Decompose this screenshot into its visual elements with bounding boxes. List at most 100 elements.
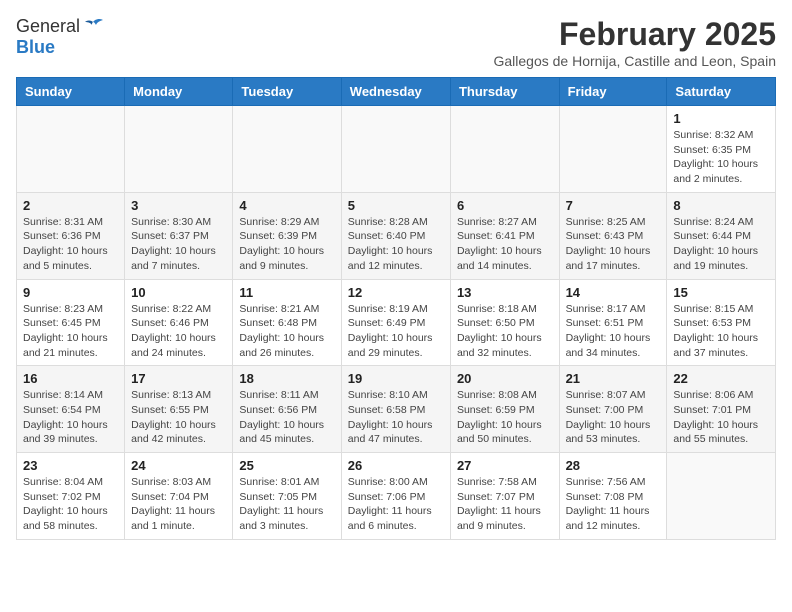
calendar-cell: 16 Sunrise: 8:14 AM Sunset: 6:54 PM Dayli…	[17, 366, 125, 453]
weekday-header-friday: Friday	[559, 78, 667, 106]
calendar-table: SundayMondayTuesdayWednesdayThursdayFrid…	[16, 77, 776, 540]
calendar-header-row: SundayMondayTuesdayWednesdayThursdayFrid…	[17, 78, 776, 106]
month-year-title: February 2025	[493, 16, 776, 53]
location-subtitle: Gallegos de Hornija, Castille and Leon, …	[493, 53, 776, 69]
day-number: 3	[131, 198, 226, 213]
calendar-week-row: 9Sunrise: 8:23 AM Sunset: 6:45 PM Daylig…	[17, 279, 776, 366]
day-info: Sunrise: 8:04 AM Sunset: 7:02 PM Dayligh…	[23, 475, 118, 534]
calendar-cell: 21 Sunrise: 8:07 AM Sunset: 7:00 PM Dayli…	[559, 366, 667, 453]
day-info: Sunrise: 7:56 AM Sunset: 7:08 PM Dayligh…	[566, 475, 661, 534]
calendar-cell: 14Sunrise: 8:17 AM Sunset: 6:51 PM Dayli…	[559, 279, 667, 366]
day-number: 16	[23, 371, 118, 386]
logo: General Blue	[16, 16, 104, 58]
day-info: Sunrise: 8:11 AM Sunset: 6:56 PM Dayligh…	[239, 388, 334, 447]
calendar-cell: 22 Sunrise: 8:06 AM Sunset: 7:01 PM Dayli…	[667, 366, 776, 453]
day-number: 24	[131, 458, 226, 473]
day-info: Sunrise: 8:27 AM Sunset: 6:41 PM Dayligh…	[457, 215, 553, 274]
calendar-cell: 18 Sunrise: 8:11 AM Sunset: 6:56 PM Dayli…	[233, 366, 341, 453]
calendar-cell: 7Sunrise: 8:25 AM Sunset: 6:43 PM Daylig…	[559, 192, 667, 279]
calendar-cell	[233, 106, 341, 193]
calendar-cell: 27 Sunrise: 7:58 AM Sunset: 7:07 PM Dayli…	[450, 453, 559, 540]
calendar-cell: 23 Sunrise: 8:04 AM Sunset: 7:02 PM Dayli…	[17, 453, 125, 540]
day-info: Sunrise: 8:17 AM Sunset: 6:51 PM Dayligh…	[566, 302, 661, 361]
day-number: 15	[673, 285, 769, 300]
calendar-cell	[17, 106, 125, 193]
calendar-cell	[559, 106, 667, 193]
calendar-cell: 4 Sunrise: 8:29 AM Sunset: 6:39 PM Daylig…	[233, 192, 341, 279]
calendar-cell: 24Sunrise: 8:03 AM Sunset: 7:04 PM Dayli…	[125, 453, 233, 540]
day-info: Sunrise: 8:07 AM Sunset: 7:00 PM Dayligh…	[566, 388, 661, 447]
day-number: 6	[457, 198, 553, 213]
weekday-header-wednesday: Wednesday	[341, 78, 450, 106]
weekday-header-saturday: Saturday	[667, 78, 776, 106]
day-info: Sunrise: 8:25 AM Sunset: 6:43 PM Dayligh…	[566, 215, 661, 274]
calendar-cell: 12 Sunrise: 8:19 AM Sunset: 6:49 PM Dayli…	[341, 279, 450, 366]
day-info: Sunrise: 8:19 AM Sunset: 6:49 PM Dayligh…	[348, 302, 444, 361]
day-info: Sunrise: 8:00 AM Sunset: 7:06 PM Dayligh…	[348, 475, 444, 534]
day-info: Sunrise: 7:58 AM Sunset: 7:07 PM Dayligh…	[457, 475, 553, 534]
logo-blue-text: Blue	[16, 37, 55, 57]
day-number: 10	[131, 285, 226, 300]
calendar-cell: 11 Sunrise: 8:21 AM Sunset: 6:48 PM Dayli…	[233, 279, 341, 366]
calendar-cell: 28 Sunrise: 7:56 AM Sunset: 7:08 PM Dayli…	[559, 453, 667, 540]
calendar-cell	[341, 106, 450, 193]
day-number: 13	[457, 285, 553, 300]
page-header: General Blue February 2025 Gallegos de H…	[16, 16, 776, 69]
calendar-cell: 6 Sunrise: 8:27 AM Sunset: 6:41 PM Daylig…	[450, 192, 559, 279]
calendar-cell	[450, 106, 559, 193]
weekday-header-tuesday: Tuesday	[233, 78, 341, 106]
day-info: Sunrise: 8:23 AM Sunset: 6:45 PM Dayligh…	[23, 302, 118, 361]
calendar-cell: 15 Sunrise: 8:15 AM Sunset: 6:53 PM Dayli…	[667, 279, 776, 366]
weekday-header-monday: Monday	[125, 78, 233, 106]
logo-general-text: General	[16, 16, 80, 37]
calendar-cell: 3Sunrise: 8:30 AM Sunset: 6:37 PM Daylig…	[125, 192, 233, 279]
day-info: Sunrise: 8:10 AM Sunset: 6:58 PM Dayligh…	[348, 388, 444, 447]
day-info: Sunrise: 8:28 AM Sunset: 6:40 PM Dayligh…	[348, 215, 444, 274]
day-number: 1	[673, 111, 769, 126]
day-number: 4	[239, 198, 334, 213]
day-info: Sunrise: 8:21 AM Sunset: 6:48 PM Dayligh…	[239, 302, 334, 361]
calendar-cell: 17Sunrise: 8:13 AM Sunset: 6:55 PM Dayli…	[125, 366, 233, 453]
day-number: 26	[348, 458, 444, 473]
day-info: Sunrise: 8:18 AM Sunset: 6:50 PM Dayligh…	[457, 302, 553, 361]
day-info: Sunrise: 8:24 AM Sunset: 6:44 PM Dayligh…	[673, 215, 769, 274]
calendar-week-row: 2Sunrise: 8:31 AM Sunset: 6:36 PM Daylig…	[17, 192, 776, 279]
day-number: 21	[566, 371, 661, 386]
day-number: 28	[566, 458, 661, 473]
day-info: Sunrise: 8:29 AM Sunset: 6:39 PM Dayligh…	[239, 215, 334, 274]
calendar-week-row: 16 Sunrise: 8:14 AM Sunset: 6:54 PM Dayli…	[17, 366, 776, 453]
day-info: Sunrise: 8:14 AM Sunset: 6:54 PM Dayligh…	[23, 388, 118, 447]
day-number: 12	[348, 285, 444, 300]
day-info: Sunrise: 8:31 AM Sunset: 6:36 PM Dayligh…	[23, 215, 118, 274]
day-number: 5	[348, 198, 444, 213]
day-number: 11	[239, 285, 334, 300]
calendar-cell: 2Sunrise: 8:31 AM Sunset: 6:36 PM Daylig…	[17, 192, 125, 279]
day-info: Sunrise: 8:06 AM Sunset: 7:01 PM Dayligh…	[673, 388, 769, 447]
weekday-header-sunday: Sunday	[17, 78, 125, 106]
day-number: 19	[348, 371, 444, 386]
calendar-cell: 13 Sunrise: 8:18 AM Sunset: 6:50 PM Dayli…	[450, 279, 559, 366]
day-number: 27	[457, 458, 553, 473]
day-number: 22	[673, 371, 769, 386]
calendar-cell	[125, 106, 233, 193]
day-number: 20	[457, 371, 553, 386]
calendar-cell: 19 Sunrise: 8:10 AM Sunset: 6:58 PM Dayli…	[341, 366, 450, 453]
day-number: 25	[239, 458, 334, 473]
calendar-cell: 25Sunrise: 8:01 AM Sunset: 7:05 PM Dayli…	[233, 453, 341, 540]
calendar-cell: 1Sunrise: 8:32 AM Sunset: 6:35 PM Daylig…	[667, 106, 776, 193]
day-number: 8	[673, 198, 769, 213]
calendar-cell: 5 Sunrise: 8:28 AM Sunset: 6:40 PM Daylig…	[341, 192, 450, 279]
day-info: Sunrise: 8:08 AM Sunset: 6:59 PM Dayligh…	[457, 388, 553, 447]
calendar-cell	[667, 453, 776, 540]
day-info: Sunrise: 8:22 AM Sunset: 6:46 PM Dayligh…	[131, 302, 226, 361]
day-info: Sunrise: 8:15 AM Sunset: 6:53 PM Dayligh…	[673, 302, 769, 361]
day-number: 18	[239, 371, 334, 386]
weekday-header-thursday: Thursday	[450, 78, 559, 106]
day-number: 23	[23, 458, 118, 473]
calendar-cell: 26 Sunrise: 8:00 AM Sunset: 7:06 PM Dayli…	[341, 453, 450, 540]
calendar-cell: 10 Sunrise: 8:22 AM Sunset: 6:46 PM Dayli…	[125, 279, 233, 366]
logo-bird-icon	[82, 18, 104, 36]
calendar-cell: 20 Sunrise: 8:08 AM Sunset: 6:59 PM Dayli…	[450, 366, 559, 453]
day-info: Sunrise: 8:13 AM Sunset: 6:55 PM Dayligh…	[131, 388, 226, 447]
calendar-week-row: 1Sunrise: 8:32 AM Sunset: 6:35 PM Daylig…	[17, 106, 776, 193]
